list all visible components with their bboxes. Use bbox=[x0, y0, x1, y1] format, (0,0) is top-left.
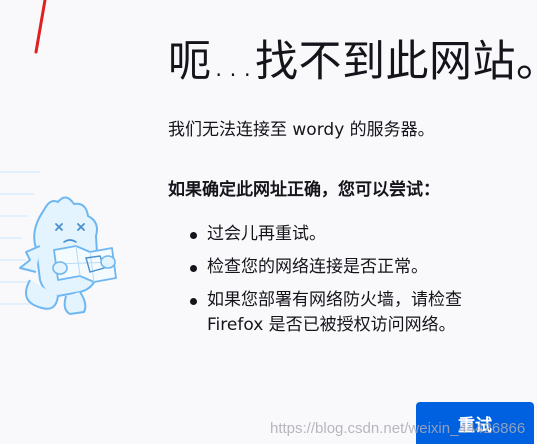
suggestion-item: 过会儿再重试。 bbox=[168, 222, 518, 247]
red-annotation-stroke bbox=[34, 0, 47, 54]
dinosaur-map-icon bbox=[0, 171, 117, 315]
advice-heading: 如果确定此网址正确，您可以尝试： bbox=[168, 180, 440, 200]
suggestion-item: 检查您的网络连接是否正常。 bbox=[168, 255, 518, 280]
suggestion-item: 如果您部署有网络防火墙，请检查 Firefox 是否已被授权访问网络。 bbox=[168, 288, 518, 338]
suggestion-list: 过会儿再重试。 检查您的网络连接是否正常。 如果您部署有网络防火墙，请检查 Fi… bbox=[168, 222, 518, 338]
error-title: 呃…找不到此网站。 bbox=[168, 37, 537, 87]
error-description: 我们无法连接至 wordy 的服务器。 bbox=[168, 120, 435, 140]
watermark: https://blog.csdn.net/weixin_44426866 bbox=[270, 420, 526, 437]
